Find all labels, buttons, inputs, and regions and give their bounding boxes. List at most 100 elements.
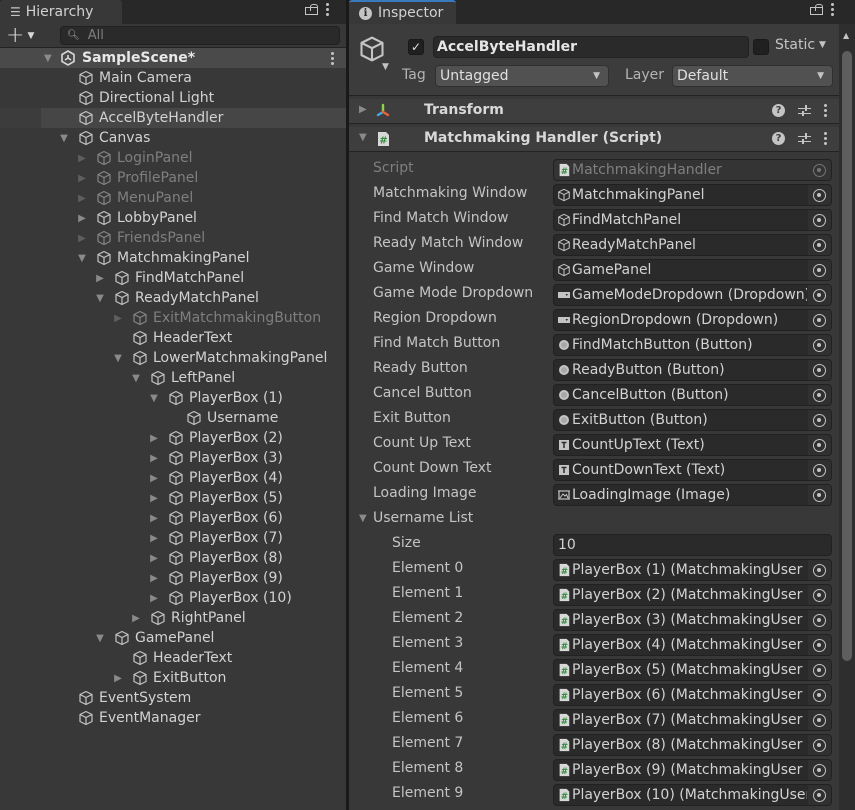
hierarchy-item[interactable]: ▶ PlayerBox (8)	[0, 548, 346, 568]
scroll-up-icon[interactable]: ▲	[843, 31, 849, 40]
more-options-icon[interactable]	[326, 2, 329, 16]
hierarchy-item[interactable]: ▶ ExitButton	[0, 668, 346, 688]
gameobject-icon[interactable]	[358, 35, 386, 63]
object-field[interactable]: MatchmakingHandler	[553, 159, 832, 181]
hierarchy-item[interactable]: ▶ FriendsPanel	[0, 228, 346, 248]
object-picker-button[interactable]	[808, 785, 831, 805]
object-field[interactable]: PlayerBox (1) (MatchmakingUser	[553, 559, 832, 581]
hierarchy-item[interactable]: ▶ PlayerBox (10)	[0, 588, 346, 608]
object-field[interactable]: PlayerBox (4) (MatchmakingUser	[553, 634, 832, 656]
expand-arrow-icon[interactable]: ▶	[76, 193, 88, 204]
expand-arrow-icon[interactable]: ▶	[148, 533, 160, 544]
collapse-arrow-icon[interactable]: ▼	[58, 133, 70, 144]
create-button[interactable]: + ▼	[6, 24, 46, 46]
hierarchy-item[interactable]: Main Camera	[0, 68, 346, 88]
object-field[interactable]: RegionDropdown (Dropdown)	[553, 309, 832, 331]
object-picker-button[interactable]	[808, 735, 831, 755]
expand-arrow-icon[interactable]: ▶	[148, 453, 160, 464]
expand-arrow-icon[interactable]: ▶	[112, 313, 124, 324]
expand-arrow-icon[interactable]: ▶	[76, 173, 88, 184]
list-size-field[interactable]	[553, 534, 832, 556]
object-picker-button[interactable]	[808, 335, 831, 355]
object-field[interactable]: PlayerBox (7) (MatchmakingUser	[553, 709, 832, 731]
search-input[interactable]	[87, 28, 339, 43]
presets-icon[interactable]	[798, 132, 811, 145]
collapse-arrow-icon[interactable]: ▼	[148, 393, 160, 404]
object-field[interactable]: PlayerBox (8) (MatchmakingUser	[553, 734, 832, 756]
object-picker-button[interactable]	[808, 360, 831, 380]
help-icon[interactable]: ?	[772, 103, 785, 117]
object-picker-button[interactable]	[808, 610, 831, 630]
object-picker-button[interactable]	[808, 310, 831, 330]
lock-icon[interactable]	[305, 2, 318, 16]
collapse-arrow-icon[interactable]: ▼	[359, 513, 367, 524]
hierarchy-item[interactable]: ▶ PlayerBox (2)	[0, 428, 346, 448]
expand-arrow-icon[interactable]: ▶	[112, 673, 124, 684]
hierarchy-item[interactable]: HeaderText	[0, 328, 346, 348]
hierarchy-item[interactable]: ▼ LowerMatchmakingPanel	[0, 348, 346, 368]
object-field[interactable]: LoadingImage (Image)	[553, 484, 832, 506]
object-field[interactable]: PlayerBox (5) (MatchmakingUser	[553, 659, 832, 681]
hierarchy-search[interactable]: 🔍︎	[60, 26, 340, 45]
object-field[interactable]: ReadyButton (Button)	[553, 359, 832, 381]
active-checkbox[interactable]: ✓	[408, 39, 424, 55]
object-picker-button[interactable]	[808, 235, 831, 255]
static-label[interactable]: Static	[775, 37, 815, 53]
object-picker-button[interactable]	[808, 285, 831, 305]
object-field[interactable]: PlayerBox (9) (MatchmakingUser	[553, 759, 832, 781]
expand-arrow-icon[interactable]: ▶	[130, 613, 142, 624]
object-field[interactable]: PlayerBox (10) (MatchmakingUser	[553, 784, 832, 806]
scene-row[interactable]: ▼ SampleScene*	[0, 48, 346, 68]
tag-dropdown[interactable]: Untagged ▼	[435, 65, 609, 87]
expand-arrow-icon[interactable]: ▶	[148, 433, 160, 444]
expand-arrow-icon[interactable]: ▶	[76, 233, 88, 244]
hierarchy-item[interactable]: ▶ ExitMatchmakingButton	[0, 308, 346, 328]
hierarchy-item[interactable]: EventManager	[0, 708, 346, 728]
expand-arrow-icon[interactable]: ▶	[148, 553, 160, 564]
object-picker-button[interactable]	[808, 260, 831, 280]
object-picker-button[interactable]	[808, 660, 831, 680]
object-field[interactable]: PlayerBox (2) (MatchmakingUser	[553, 584, 832, 606]
expand-arrow-icon[interactable]: ▶	[148, 573, 160, 584]
object-field[interactable]: ReadyMatchPanel	[553, 234, 832, 256]
hierarchy-item[interactable]: ▼ PlayerBox (1)	[0, 388, 346, 408]
hierarchy-item[interactable]: Directional Light	[0, 88, 346, 108]
hierarchy-item[interactable]: ▶ PlayerBox (7)	[0, 528, 346, 548]
tab-hierarchy[interactable]: ☰ Hierarchy	[0, 0, 122, 24]
component-menu-icon[interactable]	[824, 131, 827, 145]
username-list-foldout[interactable]: ▼ Username List	[349, 507, 839, 532]
static-checkbox[interactable]	[753, 39, 769, 55]
expand-arrow-icon[interactable]: ▶	[148, 493, 160, 504]
hierarchy-item[interactable]: ▼ ReadyMatchPanel	[0, 288, 346, 308]
more-options-icon[interactable]	[831, 2, 834, 16]
object-picker-button[interactable]	[808, 585, 831, 605]
hierarchy-item[interactable]: ▶ MenuPanel	[0, 188, 346, 208]
hierarchy-item[interactable]: ▼ Canvas	[0, 128, 346, 148]
hierarchy-item[interactable]: HeaderText	[0, 648, 346, 668]
object-picker-button[interactable]	[808, 385, 831, 405]
expand-arrow-icon[interactable]: ▶	[94, 273, 106, 284]
hierarchy-item[interactable]: Username	[0, 408, 346, 428]
chevron-down-icon[interactable]: ▼	[382, 62, 389, 72]
object-field[interactable]: CountUpText (Text)	[553, 434, 832, 456]
component-header-transform[interactable]: ▶ Transform ?	[349, 99, 839, 124]
object-field[interactable]: GameModeDropdown (Dropdown)	[553, 284, 832, 306]
expand-arrow-icon[interactable]: ▶	[76, 153, 88, 164]
collapse-arrow-icon[interactable]: ▼	[94, 293, 106, 304]
object-picker-button[interactable]	[808, 635, 831, 655]
object-picker-button[interactable]	[808, 485, 831, 505]
hierarchy-item[interactable]: ▶ PlayerBox (3)	[0, 448, 346, 468]
collapse-arrow-icon[interactable]: ▼	[94, 633, 106, 644]
collapse-arrow-icon[interactable]: ▼	[130, 373, 142, 384]
component-header-matchmaking-handler[interactable]: ▼ Matchmaking Handler (Script) ?	[349, 127, 839, 152]
help-icon[interactable]: ?	[772, 131, 785, 145]
object-field[interactable]: GamePanel	[553, 259, 832, 281]
object-field[interactable]: FindMatchPanel	[553, 209, 832, 231]
hierarchy-item[interactable]: ▶ RightPanel	[0, 608, 346, 628]
object-picker-button[interactable]	[808, 435, 831, 455]
object-picker-button[interactable]	[808, 685, 831, 705]
hierarchy-item[interactable]: ▼ MatchmakingPanel	[0, 248, 346, 268]
object-picker-button[interactable]	[808, 760, 831, 780]
object-picker-button[interactable]	[808, 560, 831, 580]
hierarchy-item[interactable]: EventSystem	[0, 688, 346, 708]
